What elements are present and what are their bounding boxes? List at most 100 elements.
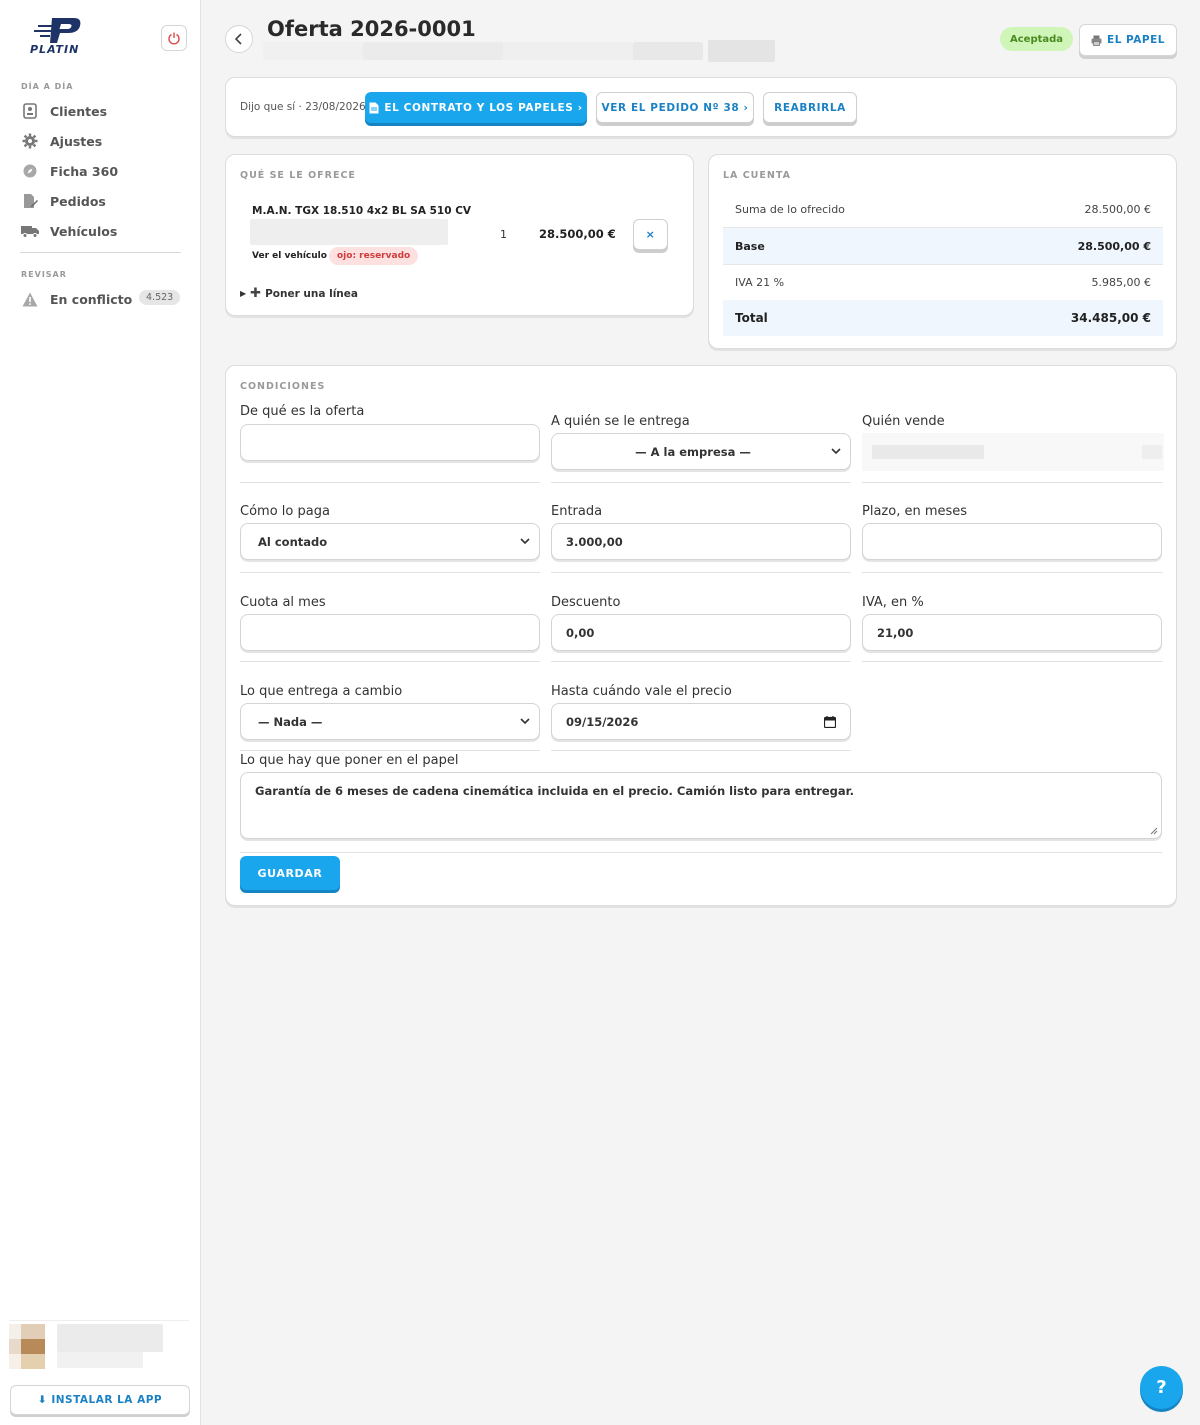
sidebar-item-label: Vehículos [50, 223, 118, 239]
gear-icon [20, 131, 40, 151]
field-divider [240, 852, 1162, 853]
payment-select[interactable]: Al contado [240, 523, 540, 560]
payment-label: Cómo lo paga [240, 504, 330, 519]
section-label-daily: DÍA A DÍA [21, 82, 74, 91]
sidebar-divider [20, 252, 181, 253]
account-row-vat: IVA 21 % 5.985,00 € [723, 264, 1163, 300]
field-divider [862, 572, 1163, 573]
account-row-value: 34.485,00 € [1070, 311, 1151, 325]
print-paper-label: EL PAPEL [1107, 34, 1165, 46]
field-divider [551, 750, 851, 751]
trade-in-select[interactable]: — Nada — [240, 703, 540, 740]
sidebar-item-label: Pedidos [50, 193, 106, 209]
deliver-to-label: A quién se le entrega [551, 414, 690, 429]
offer-line-price: 28.500,00 € [539, 227, 616, 241]
help-button[interactable]: ? [1140, 1366, 1183, 1409]
valid-until-label: Hasta cuándo vale el precio [551, 684, 732, 699]
account-row-label: Base [735, 239, 765, 253]
status-badge: Aceptada [1000, 27, 1074, 51]
user-name-redacted [57, 1324, 163, 1352]
printer-icon [1091, 35, 1102, 46]
notes-value: Garantía de 6 meses de cadena cinemática… [255, 784, 855, 798]
field-divider [240, 482, 540, 483]
field-divider [862, 661, 1163, 662]
contact-card-icon [20, 101, 40, 121]
actions-card: Dijo que sí · 23/08/2026 EL CONTRATO Y L… [225, 77, 1177, 137]
vat-input[interactable]: 21,00 [862, 614, 1162, 651]
offer-line-name: M.A.N. TGX 18.510 4x2 BL SA 510 CV [252, 205, 472, 217]
chevron-left-icon [234, 33, 242, 45]
sidebar-item-vehiculos[interactable]: Vehículos [20, 219, 180, 243]
seller-value-redacted [862, 433, 1164, 471]
discount-input[interactable]: 0,00 [551, 614, 851, 651]
file-edit-icon [20, 191, 40, 211]
valid-until-value: 09/15/2026 [566, 714, 639, 729]
field-divider [551, 572, 851, 573]
add-line-label: Poner una línea [265, 287, 358, 300]
deliver-to-select[interactable]: — A la empresa — [551, 433, 851, 470]
offer-card: QUÉ SE LE OFRECE M.A.N. TGX 18.510 4x2 B… [225, 154, 694, 316]
close-icon: × [645, 228, 656, 241]
field-divider [240, 572, 540, 573]
remove-line-button[interactable]: × [633, 219, 668, 250]
brand-logo[interactable]: PLATIN [30, 16, 94, 60]
calendar-icon[interactable] [824, 716, 836, 728]
reserved-tag: ojo: reservado [329, 247, 419, 265]
sidebar-item-ajustes[interactable]: Ajustes [20, 129, 180, 153]
logout-button[interactable] [161, 25, 187, 51]
save-button[interactable]: GUARDAR [240, 856, 340, 890]
section-label-review: REVISAR [21, 270, 67, 279]
monthly-input[interactable] [240, 614, 540, 651]
field-divider [862, 482, 1163, 483]
account-card: LA CUENTA Suma de lo ofrecido 28.500,00 … [708, 154, 1177, 349]
truck-icon [20, 221, 40, 241]
payment-value: Al contado [258, 534, 328, 549]
field-divider [551, 482, 851, 483]
account-row-base: Base 28.500,00 € [723, 228, 1163, 264]
offer-about-label: De qué es la oferta [240, 404, 365, 419]
term-label: Plazo, en meses [862, 504, 968, 519]
term-input[interactable] [862, 523, 1162, 560]
sidebar-item-pedidos[interactable]: Pedidos [20, 189, 180, 213]
sidebar: PLATIN DÍA A DÍA Clientes Ajustes Ficha … [0, 0, 201, 1425]
user-profile[interactable] [9, 1320, 189, 1372]
account-row-label: IVA 21 % [735, 276, 785, 289]
account-card-title: LA CUENTA [723, 170, 791, 181]
view-order-button[interactable]: VER EL PEDIDO Nº 38 › [596, 92, 754, 123]
contract-papers-label: EL CONTRATO Y LOS PAPELES › [384, 101, 583, 114]
back-button[interactable] [225, 25, 253, 53]
resize-handle-icon[interactable] [1150, 827, 1158, 835]
contract-papers-button[interactable]: EL CONTRATO Y LOS PAPELES › [365, 92, 587, 123]
conditions-card-title: CONDICIONES [240, 381, 326, 392]
print-paper-button[interactable]: EL PAPEL [1079, 24, 1177, 56]
offer-line-qty: 1 [500, 228, 507, 241]
conflict-count-badge: 4.523 [139, 290, 181, 305]
reopen-button[interactable]: REABRIRLA [763, 92, 857, 123]
warning-icon [20, 289, 40, 309]
plus-icon: ✚ [250, 286, 262, 301]
chevron-down-icon [831, 448, 841, 455]
sidebar-item-ficha-360[interactable]: Ficha 360 [20, 159, 180, 183]
sidebar-item-clientes[interactable]: Clientes [20, 99, 180, 123]
account-row-label: Suma de lo ofrecido [735, 203, 845, 216]
account-row-label: Total [735, 311, 768, 325]
trade-in-label: Lo que entrega a cambio [240, 684, 403, 699]
compass-icon [20, 161, 40, 181]
notes-textarea[interactable]: Garantía de 6 meses de cadena cinemática… [240, 772, 1162, 839]
trade-in-value: — Nada — [258, 714, 323, 729]
deliver-to-value: — A la empresa — [635, 444, 751, 459]
offer-about-input[interactable] [240, 424, 540, 461]
offer-card-title: QUÉ SE LE OFRECE [240, 170, 356, 181]
field-divider [240, 750, 540, 751]
view-vehicle-link[interactable]: Ver el vehículo › [252, 251, 334, 261]
account-row-value: 28.500,00 € [1084, 203, 1151, 216]
sidebar-item-label: Clientes [50, 103, 108, 119]
notes-label: Lo que hay que poner en el papel [240, 753, 459, 768]
add-line-toggle[interactable]: ▶ ✚ Poner una línea [240, 286, 358, 301]
account-row-total: Total 34.485,00 € [723, 300, 1163, 336]
down-payment-input[interactable]: 3.000,00 [551, 523, 851, 560]
accepted-text: Dijo que sí · 23/08/2026 [240, 101, 366, 113]
install-app-button[interactable]: ⬇ INSTALAR LA APP [10, 1385, 190, 1415]
user-role-redacted [57, 1352, 143, 1368]
valid-until-date-input[interactable]: 09/15/2026 [551, 703, 851, 740]
